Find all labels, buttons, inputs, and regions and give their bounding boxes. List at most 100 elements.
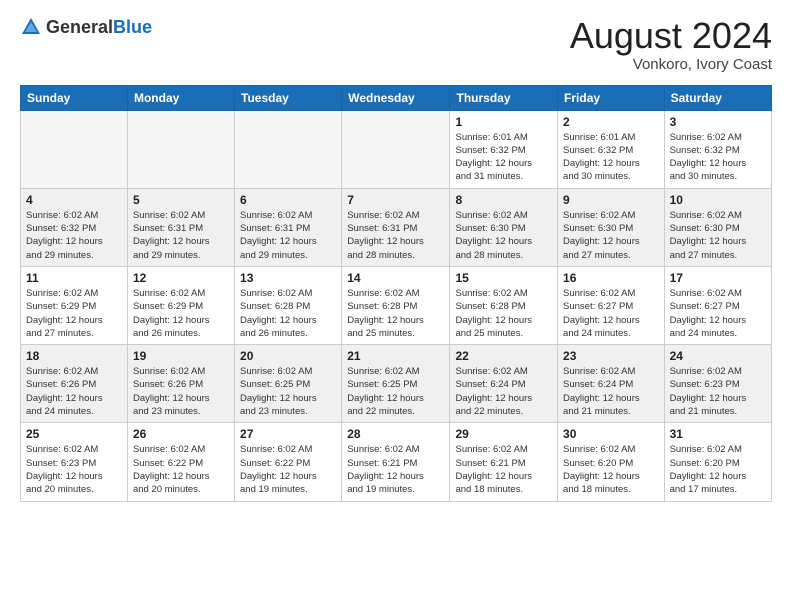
day-number: 1	[455, 115, 552, 129]
calendar-cell: 9 Sunrise: 6:02 AM Sunset: 6:30 PM Daylig…	[558, 188, 665, 266]
calendar-cell: 24 Sunrise: 6:02 AM Sunset: 6:23 PM Dayli…	[664, 345, 771, 423]
calendar-cell: 2Sunrise: 6:01 AM Sunset: 6:32 PM Daylig…	[558, 110, 665, 188]
day-number: 14	[347, 271, 444, 285]
day-number: 30	[563, 427, 659, 441]
location: Vonkoro, Ivory Coast	[570, 56, 772, 73]
calendar-cell: 23 Sunrise: 6:02 AM Sunset: 6:24 PM Dayli…	[558, 345, 665, 423]
day-number: 6	[240, 193, 336, 207]
day-info: Sunrise: 6:02 AM Sunset: 6:20 PM Dayligh…	[563, 443, 659, 496]
weekday-header: Tuesday	[235, 85, 342, 110]
calendar-cell: 21 Sunrise: 6:02 AM Sunset: 6:25 PM Dayli…	[342, 345, 450, 423]
calendar-cell: 5 Sunrise: 6:02 AM Sunset: 6:31 PM Daylig…	[127, 188, 234, 266]
calendar-cell: 28 Sunrise: 6:02 AM Sunset: 6:21 PM Dayli…	[342, 423, 450, 501]
day-info: Sunrise: 6:02 AM Sunset: 6:26 PM Dayligh…	[133, 365, 229, 418]
day-info: Sunrise: 6:02 AM Sunset: 6:25 PM Dayligh…	[347, 365, 444, 418]
calendar-header-row: SundayMondayTuesdayWednesdayThursdayFrid…	[21, 85, 772, 110]
calendar-cell	[21, 110, 128, 188]
calendar-cell: 1 Sunrise: 6:01 AM Sunset: 6:32 PM Daylig…	[450, 110, 558, 188]
day-number: 10	[670, 193, 766, 207]
day-info: Sunrise: 6:02 AM Sunset: 6:24 PM Dayligh…	[455, 365, 552, 418]
day-number: 20	[240, 349, 336, 363]
calendar-week-row: 4 Sunrise: 6:02 AM Sunset: 6:32 PM Daylig…	[21, 188, 772, 266]
day-info: Sunrise: 6:02 AM Sunset: 6:20 PM Dayligh…	[670, 443, 766, 496]
logo-icon	[20, 16, 42, 38]
day-info: Sunrise: 6:02 AM Sunset: 6:28 PM Dayligh…	[240, 287, 336, 340]
calendar-cell: 16 Sunrise: 6:02 AM Sunset: 6:27 PM Dayli…	[558, 266, 665, 344]
day-info: Sunrise: 6:02 AM Sunset: 6:28 PM Dayligh…	[347, 287, 444, 340]
day-number: 27	[240, 427, 336, 441]
day-number: 29	[455, 427, 552, 441]
day-info: Sunrise: 6:01 AM Sunset: 6:32 PM Dayligh…	[563, 131, 659, 184]
calendar: SundayMondayTuesdayWednesdayThursdayFrid…	[20, 85, 772, 502]
day-info: Sunrise: 6:02 AM Sunset: 6:22 PM Dayligh…	[133, 443, 229, 496]
day-number: 24	[670, 349, 766, 363]
calendar-cell: 18Sunrise: 6:02 AM Sunset: 6:26 PM Dayli…	[21, 345, 128, 423]
day-info: Sunrise: 6:02 AM Sunset: 6:24 PM Dayligh…	[563, 365, 659, 418]
day-info: Sunrise: 6:02 AM Sunset: 6:31 PM Dayligh…	[347, 209, 444, 262]
calendar-cell: 27 Sunrise: 6:02 AM Sunset: 6:22 PM Dayli…	[235, 423, 342, 501]
day-number: 11	[26, 271, 122, 285]
day-info: Sunrise: 6:02 AM Sunset: 6:28 PM Dayligh…	[455, 287, 552, 340]
weekday-header: Saturday	[664, 85, 771, 110]
weekday-header: Friday	[558, 85, 665, 110]
day-info: Sunrise: 6:02 AM Sunset: 6:30 PM Dayligh…	[455, 209, 552, 262]
calendar-cell	[342, 110, 450, 188]
title-block: August 2024 Vonkoro, Ivory Coast	[570, 16, 772, 73]
day-info: Sunrise: 6:02 AM Sunset: 6:32 PM Dayligh…	[26, 209, 122, 262]
logo-text-blue: Blue	[113, 17, 152, 37]
calendar-cell: 11 Sunrise: 6:02 AM Sunset: 6:29 PM Dayli…	[21, 266, 128, 344]
day-info: Sunrise: 6:02 AM Sunset: 6:21 PM Dayligh…	[455, 443, 552, 496]
day-info: Sunrise: 6:02 AM Sunset: 6:30 PM Dayligh…	[670, 209, 766, 262]
day-number: 23	[563, 349, 659, 363]
weekday-header: Sunday	[21, 85, 128, 110]
calendar-cell	[127, 110, 234, 188]
day-number: 13	[240, 271, 336, 285]
calendar-cell: 10 Sunrise: 6:02 AM Sunset: 6:30 PM Dayli…	[664, 188, 771, 266]
day-number: 5	[133, 193, 229, 207]
day-number: 25	[26, 427, 122, 441]
day-number: 17	[670, 271, 766, 285]
calendar-cell	[235, 110, 342, 188]
calendar-cell: 30 Sunrise: 6:02 AM Sunset: 6:20 PM Dayli…	[558, 423, 665, 501]
calendar-cell: 4 Sunrise: 6:02 AM Sunset: 6:32 PM Daylig…	[21, 188, 128, 266]
logo-text-general: General	[46, 17, 113, 37]
calendar-cell: 8Sunrise: 6:02 AM Sunset: 6:30 PM Daylig…	[450, 188, 558, 266]
day-number: 9	[563, 193, 659, 207]
day-number: 15	[455, 271, 552, 285]
day-info: Sunrise: 6:02 AM Sunset: 6:27 PM Dayligh…	[563, 287, 659, 340]
day-number: 22	[455, 349, 552, 363]
logo: GeneralBlue	[20, 16, 152, 38]
calendar-cell: 25 Sunrise: 6:02 AM Sunset: 6:23 PM Dayli…	[21, 423, 128, 501]
day-number: 21	[347, 349, 444, 363]
month-year: August 2024	[570, 16, 772, 56]
day-info: Sunrise: 6:02 AM Sunset: 6:29 PM Dayligh…	[133, 287, 229, 340]
day-info: Sunrise: 6:02 AM Sunset: 6:30 PM Dayligh…	[563, 209, 659, 262]
day-info: Sunrise: 6:02 AM Sunset: 6:31 PM Dayligh…	[133, 209, 229, 262]
calendar-week-row: 25 Sunrise: 6:02 AM Sunset: 6:23 PM Dayli…	[21, 423, 772, 501]
calendar-cell: 19Sunrise: 6:02 AM Sunset: 6:26 PM Dayli…	[127, 345, 234, 423]
day-number: 16	[563, 271, 659, 285]
day-number: 3	[670, 115, 766, 129]
calendar-cell: 14 Sunrise: 6:02 AM Sunset: 6:28 PM Dayli…	[342, 266, 450, 344]
calendar-cell: 17 Sunrise: 6:02 AM Sunset: 6:27 PM Dayli…	[664, 266, 771, 344]
day-info: Sunrise: 6:01 AM Sunset: 6:32 PM Dayligh…	[455, 131, 552, 184]
day-number: 4	[26, 193, 122, 207]
day-info: Sunrise: 6:02 AM Sunset: 6:25 PM Dayligh…	[240, 365, 336, 418]
day-info: Sunrise: 6:02 AM Sunset: 6:29 PM Dayligh…	[26, 287, 122, 340]
day-info: Sunrise: 6:02 AM Sunset: 6:23 PM Dayligh…	[26, 443, 122, 496]
day-info: Sunrise: 6:02 AM Sunset: 6:23 PM Dayligh…	[670, 365, 766, 418]
day-number: 18	[26, 349, 122, 363]
calendar-week-row: 11 Sunrise: 6:02 AM Sunset: 6:29 PM Dayli…	[21, 266, 772, 344]
calendar-cell: 20 Sunrise: 6:02 AM Sunset: 6:25 PM Dayli…	[235, 345, 342, 423]
day-info: Sunrise: 6:02 AM Sunset: 6:22 PM Dayligh…	[240, 443, 336, 496]
calendar-cell: 7Sunrise: 6:02 AM Sunset: 6:31 PM Daylig…	[342, 188, 450, 266]
calendar-cell: 29 Sunrise: 6:02 AM Sunset: 6:21 PM Dayli…	[450, 423, 558, 501]
calendar-cell: 3Sunrise: 6:02 AM Sunset: 6:32 PM Daylig…	[664, 110, 771, 188]
calendar-cell: 31Sunrise: 6:02 AM Sunset: 6:20 PM Dayli…	[664, 423, 771, 501]
day-number: 12	[133, 271, 229, 285]
day-info: Sunrise: 6:02 AM Sunset: 6:21 PM Dayligh…	[347, 443, 444, 496]
calendar-week-row: 1 Sunrise: 6:01 AM Sunset: 6:32 PM Daylig…	[21, 110, 772, 188]
day-info: Sunrise: 6:02 AM Sunset: 6:27 PM Dayligh…	[670, 287, 766, 340]
weekday-header: Monday	[127, 85, 234, 110]
day-number: 28	[347, 427, 444, 441]
